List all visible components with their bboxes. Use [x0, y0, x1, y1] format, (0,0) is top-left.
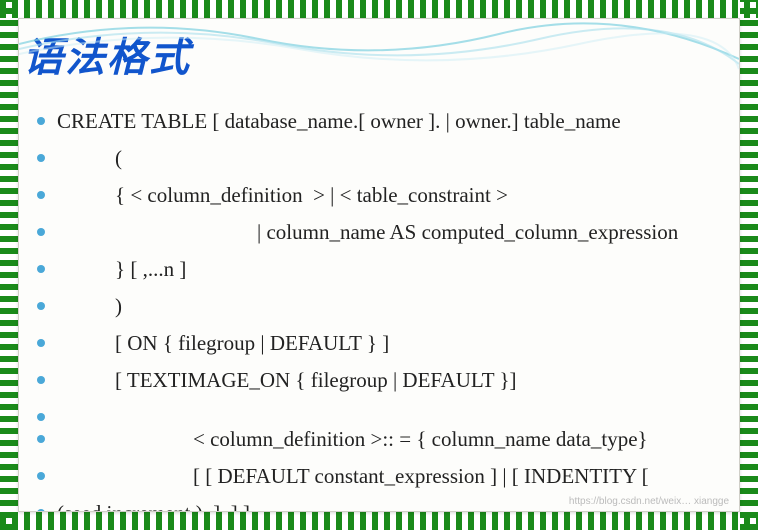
syntax-line: [ ON { filegroup | DEFAULT } ]	[37, 325, 731, 362]
syntax-line: [ TEXTIMAGE_ON { filegroup | DEFAULT }]	[37, 362, 731, 399]
syntax-line: (	[37, 140, 731, 177]
syntax-text: )	[57, 288, 731, 325]
syntax-text: | column_name AS computed_column_express…	[57, 214, 731, 251]
syntax-text: [ [ DEFAULT constant_expression ] | [ IN…	[57, 458, 731, 495]
bullet-icon	[37, 117, 45, 125]
syntax-line: } [ ,...n ]	[37, 251, 731, 288]
syntax-text: CREATE TABLE [ database_name.[ owner ]. …	[57, 103, 731, 140]
bullet-icon	[37, 472, 45, 480]
bullet-icon	[37, 302, 45, 310]
syntax-text: [ TEXTIMAGE_ON { filegroup | DEFAULT }]	[57, 362, 731, 399]
syntax-line	[37, 399, 731, 421]
syntax-list: CREATE TABLE [ database_name.[ owner ]. …	[37, 103, 731, 512]
syntax-line: )	[37, 288, 731, 325]
watermark: https://blog.csdn.net/weix… xiangge	[569, 496, 729, 507]
bullet-icon	[37, 339, 45, 347]
bullet-icon	[37, 413, 45, 421]
syntax-text: < column_definition >:: = { column_name …	[57, 421, 731, 458]
bullet-icon	[37, 154, 45, 162]
bullet-icon	[37, 435, 45, 443]
slide-title: 语法格式	[19, 19, 739, 83]
syntax-text: (	[57, 140, 731, 177]
syntax-text: [ ON { filegroup | DEFAULT } ]	[57, 325, 731, 362]
bullet-icon	[37, 265, 45, 273]
syntax-line: { < column_definition > | < table_constr…	[37, 177, 731, 214]
syntax-text: { < column_definition > | < table_constr…	[57, 177, 731, 214]
syntax-line: CREATE TABLE [ database_name.[ owner ]. …	[37, 103, 731, 140]
bullet-icon	[37, 376, 45, 384]
syntax-line: | column_name AS computed_column_express…	[37, 214, 731, 251]
syntax-line: < column_definition >:: = { column_name …	[37, 421, 731, 458]
syntax-line: [ [ DEFAULT constant_expression ] | [ IN…	[37, 458, 731, 495]
bullet-icon	[37, 509, 45, 512]
bullet-icon	[37, 191, 45, 199]
syntax-text: } [ ,...n ]	[57, 251, 731, 288]
bullet-icon	[37, 228, 45, 236]
slide-container: 语法格式 CREATE TABLE [ database_name.[ owne…	[18, 18, 740, 512]
content-area: CREATE TABLE [ database_name.[ owner ]. …	[19, 83, 739, 512]
